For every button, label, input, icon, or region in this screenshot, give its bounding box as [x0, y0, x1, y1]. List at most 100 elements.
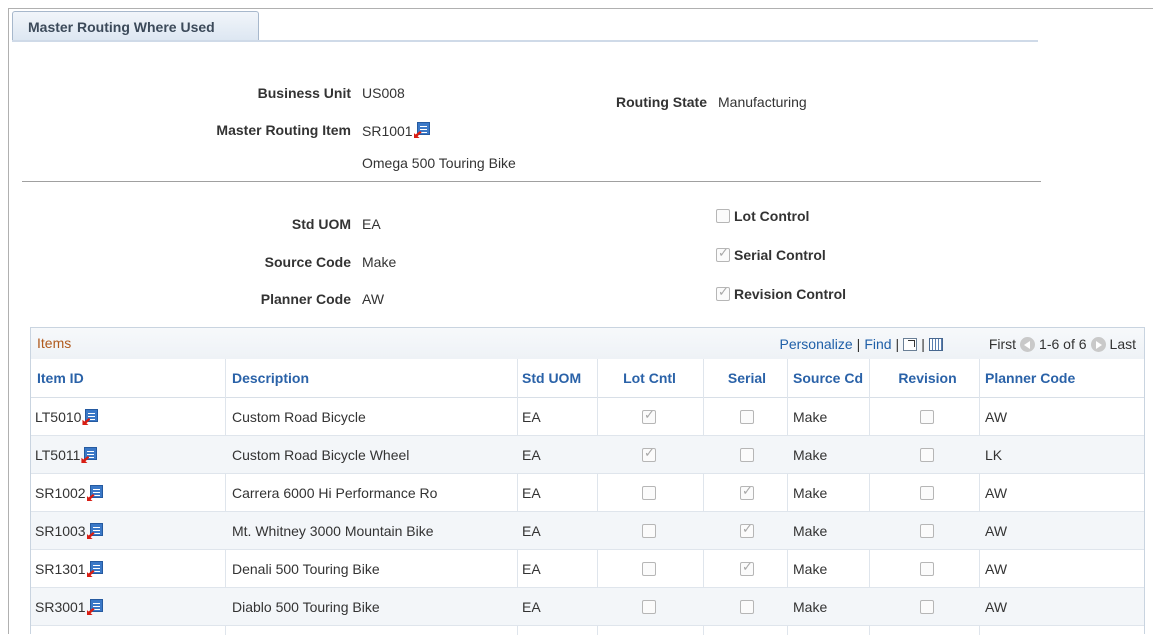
row-range: 1-6 of 6 [1039, 336, 1087, 352]
lot-control-checkbox[interactable] [716, 209, 730, 223]
description-cell: Carrera 6000 Hi Performance Ro [232, 485, 438, 501]
lot-cntl-checkbox[interactable] [642, 446, 656, 462]
related-content-icon[interactable] [413, 122, 431, 138]
items-grid: Items Personalize | Find | | First 1-6 o… [30, 327, 1145, 635]
planner-code-cell: LK [985, 447, 1003, 463]
item-id-cell: LT5011 [35, 436, 220, 474]
related-content-icon[interactable] [82, 409, 99, 425]
revision-control-checkbox[interactable] [716, 285, 730, 301]
lot-cntl-checkbox[interactable] [642, 562, 656, 576]
col-planner-code[interactable]: Planner Code [985, 359, 1135, 397]
revision-cell [887, 436, 967, 474]
business-unit-label: Business Unit [257, 85, 351, 101]
item-id-cell: SR1301 [35, 550, 220, 588]
revision-cell [887, 550, 967, 588]
planner-code-value: AW [362, 291, 385, 307]
item-id: SR1003 [35, 523, 86, 539]
master-routing-item-description: Omega 500 Touring Bike [362, 155, 516, 171]
col-source-cd[interactable]: Source Cd [793, 359, 863, 397]
master-routing-item-label: Master Routing Item [216, 122, 351, 138]
tab-master-routing-where-used[interactable]: Master Routing Where Used [12, 11, 259, 40]
col-revision[interactable]: Revision [875, 359, 980, 397]
related-content-icon[interactable] [86, 561, 104, 577]
revision-cell [887, 512, 967, 550]
revision-checkbox[interactable] [920, 448, 934, 462]
serial-cell [707, 512, 787, 550]
col-serial[interactable]: Serial [712, 359, 782, 397]
table-row: LT5010 Custom Road Bicycle EA Make AW [31, 398, 1144, 436]
revision-checkbox[interactable] [920, 524, 934, 538]
revision-checkbox[interactable] [920, 600, 934, 614]
grid-title: Items [37, 335, 72, 351]
serial-checkbox[interactable] [740, 484, 754, 500]
lot-cntl-checkbox[interactable] [642, 486, 656, 500]
related-content-icon[interactable] [81, 447, 98, 463]
std-uom-cell: EA [522, 599, 541, 615]
source-cd-cell: Make [793, 485, 828, 501]
lot-cntl-cell [609, 436, 689, 474]
next-icon[interactable] [1090, 336, 1106, 352]
find-link[interactable]: Find [864, 336, 891, 352]
serial-cell [707, 474, 787, 512]
revision-checkbox[interactable] [920, 562, 934, 576]
related-content-icon[interactable] [86, 523, 104, 539]
description-cell: Denali 500 Touring Bike [232, 561, 380, 577]
business-unit-value: US008 [362, 85, 405, 101]
revision-control-label: Revision Control [734, 286, 847, 302]
lot-cntl-cell [609, 588, 689, 626]
description-cell: Custom Road Bicycle [232, 409, 366, 425]
serial-checkbox[interactable] [740, 560, 754, 576]
first-label: First [988, 336, 1017, 352]
personalize-link[interactable]: Personalize [780, 336, 853, 352]
related-content-icon[interactable] [86, 599, 104, 615]
serial-checkbox[interactable] [740, 522, 754, 538]
std-uom-cell: EA [522, 561, 541, 577]
item-id: LT5011 [35, 447, 81, 463]
serial-cell [707, 588, 787, 626]
revision-checkbox[interactable] [920, 410, 934, 424]
std-uom-label: Std UOM [291, 216, 351, 232]
col-description[interactable]: Description [232, 359, 512, 397]
lot-cntl-checkbox[interactable] [642, 408, 656, 424]
planner-code-cell: AW [985, 599, 1008, 615]
view-all-icon[interactable] [903, 337, 918, 351]
serial-control-label: Serial Control [734, 247, 826, 263]
table-row: LT5011 Custom Road Bicycle Wheel EA Make LK [31, 436, 1144, 474]
std-uom-cell: EA [522, 485, 541, 501]
source-code-value: Make [362, 254, 397, 270]
revision-cell [887, 398, 967, 436]
std-uom-cell: EA [522, 523, 541, 539]
std-uom-cell: EA [522, 447, 541, 463]
tab-underline [12, 40, 1038, 42]
std-uom-value: EA [362, 216, 381, 232]
serial-cell [707, 398, 787, 436]
lot-cntl-checkbox[interactable] [642, 524, 656, 538]
item-id-cell: SR3001 [35, 588, 220, 626]
lot-cntl-checkbox[interactable] [642, 600, 656, 614]
revision-checkbox[interactable] [920, 486, 934, 500]
planner-code-cell: AW [985, 409, 1008, 425]
serial-checkbox[interactable] [740, 600, 754, 614]
item-id: SR1002 [35, 485, 86, 501]
serial-control-checkbox[interactable] [716, 246, 730, 262]
col-lot-cntl[interactable]: Lot Cntl [612, 359, 687, 397]
col-item-id[interactable]: Item ID [37, 359, 217, 397]
serial-checkbox[interactable] [740, 410, 754, 424]
routing-state-value: Manufacturing [718, 94, 807, 110]
source-cd-cell: Make [793, 523, 828, 539]
item-id-cell: SR1002 [35, 474, 220, 512]
download-icon[interactable] [928, 337, 943, 351]
related-content-icon[interactable] [86, 485, 104, 501]
serial-checkbox[interactable] [740, 448, 754, 462]
table-row: SR1002 Carrera 6000 Hi Performance Ro EA Ma… [31, 474, 1144, 512]
planner-code-cell: AW [985, 485, 1008, 501]
serial-cell [707, 436, 787, 474]
lot-cntl-cell [609, 512, 689, 550]
col-std-uom[interactable]: Std UOM [522, 359, 592, 397]
source-cd-cell: Make [793, 561, 828, 577]
master-routing-item-value: SR1001 [362, 123, 413, 139]
lot-cntl-cell [609, 398, 689, 436]
planner-code-cell: AW [985, 561, 1008, 577]
section-divider [22, 181, 1041, 182]
previous-icon[interactable] [1020, 336, 1036, 352]
